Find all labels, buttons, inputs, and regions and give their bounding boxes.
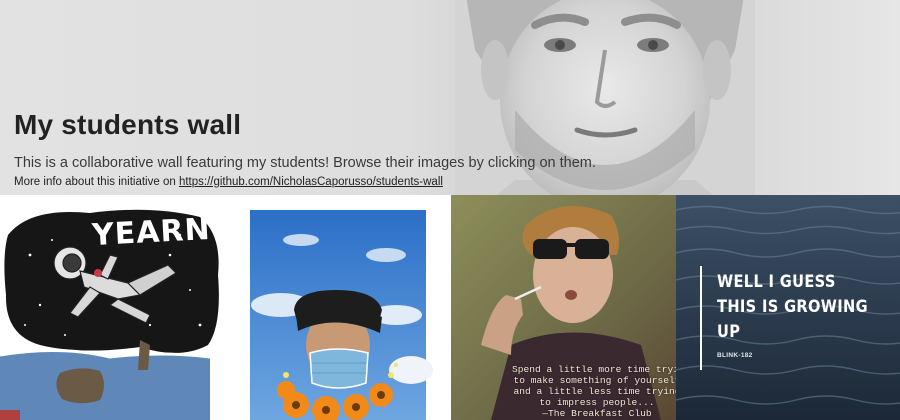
- quote-line: Spend a little more time trying: [512, 364, 691, 375]
- quote-line: to make something of yourself: [513, 375, 681, 386]
- lyrics-artist: BLINK-182: [717, 352, 753, 359]
- page-description: This is a collaborative wall featuring m…: [14, 155, 596, 171]
- quote-attribution: —The Breakfast Club: [542, 408, 652, 419]
- github-link[interactable]: https://github.com/NicholasCaporusso/stu…: [179, 176, 443, 188]
- tile-portrait-with-mask[interactable]: [226, 195, 451, 420]
- lyrics-line: THIS IS GROWING: [717, 297, 868, 317]
- lyrics-line: WELL I GUESS: [717, 272, 836, 292]
- page-title: My students wall: [14, 109, 242, 140]
- mask-portrait-photo: [250, 210, 433, 420]
- yearn-poster-title: YEARN: [91, 211, 212, 254]
- more-info-prefix: More info about this initiative on: [14, 176, 179, 188]
- breakfast-club-quote-text: Spend a little more time trying to make …: [512, 364, 691, 419]
- quote-line: and a little less time trying: [513, 386, 681, 397]
- lyrics-accent-bar: [700, 266, 702, 370]
- lyrics-line: UP: [717, 322, 741, 342]
- hero-header: My students wall This is a collaborative…: [0, 0, 900, 195]
- tile-yearn-poster[interactable]: YEARN: [0, 195, 226, 420]
- quote-line: to impress people...: [539, 397, 655, 408]
- more-info-text: More info about this initiative on https…: [14, 175, 654, 190]
